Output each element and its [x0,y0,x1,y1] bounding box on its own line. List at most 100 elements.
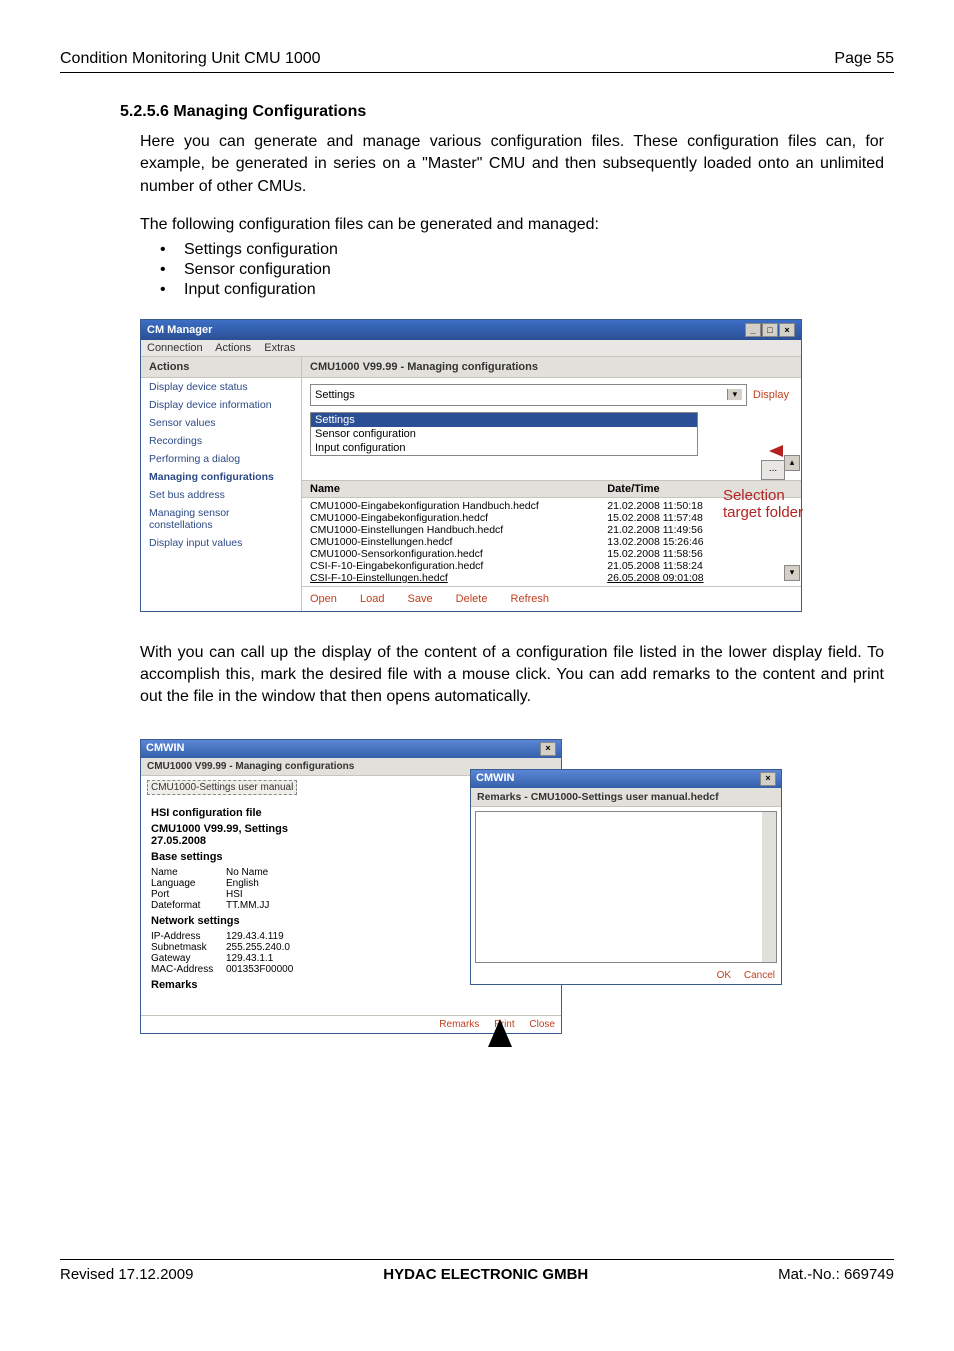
file-date: 21.02.2008 11:50:18 [607,500,793,512]
paragraph-1: Here you can generate and manage various… [140,131,884,198]
cmwin2-title: CMWIN [476,772,515,786]
browse-button[interactable]: ... [761,460,785,480]
paragraph-3: With you can call up the display of the … [140,642,884,709]
action-row: Open Load Save Delete Refresh [302,586,801,611]
kv-val: 129.43.1.1 [226,953,273,964]
kv-val: No Name [226,867,268,878]
sidebar-item-managing-config[interactable]: Managing configurations [141,468,301,486]
scrollbar[interactable] [762,812,776,962]
cmwin-remarks-window: CMWIN × Remarks - CMU1000-Settings user … [470,769,782,985]
close-icon[interactable]: × [779,323,795,337]
delete-button[interactable]: Delete [456,593,488,605]
minimize-icon[interactable]: _ [745,323,761,337]
kv-key: Gateway [151,953,226,964]
config-type-dropdown[interactable]: Settings ▾ [310,384,747,406]
kv-key: Port [151,889,226,900]
file-list[interactable]: CMU1000-Eingabekonfiguration Handbuch.he… [302,498,801,586]
footer-revised: Revised 17.12.2009 [60,1266,193,1283]
col-name: Name [310,483,607,495]
cmwin1-tab[interactable]: CMU1000-Settings user manual [147,780,297,795]
file-date: 21.02.2008 11:49:56 [607,524,793,536]
close-icon[interactable]: × [760,772,776,786]
kv-key: IP-Address [151,931,226,942]
chevron-down-icon[interactable]: ▾ [727,389,742,400]
header-right: Page 55 [834,50,894,68]
file-name[interactable]: CMU1000-Eingabekonfiguration Handbuch.he… [310,500,607,512]
sidebar-item-bus-address[interactable]: Set bus address [141,486,301,504]
file-date: 26.05.2008 09:01:08 [607,572,793,584]
page-header: Condition Monitoring Unit CMU 1000 Page … [60,50,894,73]
file-name[interactable]: CMU1000-Einstellungen.hedcf [310,536,607,548]
bullet-list: •Settings configuration •Sensor configur… [160,241,894,299]
load-button[interactable]: Load [360,593,384,605]
footer-matno: Mat.-No.: 669749 [778,1266,894,1283]
file-name[interactable]: CSI-F-10-Eingabekonfiguration.hedcf [310,560,607,572]
sidebar-heading: Actions [141,357,301,378]
file-name[interactable]: CMU1000-Sensorkonfiguration.hedcf [310,548,607,560]
paragraph-2: The following configuration files can be… [140,214,884,236]
menu-connection[interactable]: Connection [147,342,203,354]
remarks-textarea[interactable] [475,811,777,963]
maximize-icon[interactable]: □ [762,323,778,337]
kv-key: Dateformat [151,900,226,911]
kv-val: 129.43.4.119 [226,931,284,942]
cmwin2-header: Remarks - CMU1000-Settings user manual.h… [471,788,781,807]
close-icon[interactable]: × [540,742,556,756]
window-controls[interactable]: _□× [744,323,795,337]
kv-val: TT.MM.JJ [226,900,269,911]
file-date: 15.02.2008 11:58:56 [607,548,793,560]
sidebar-item-recordings[interactable]: Recordings [141,432,301,450]
cmwin2-buttons: OK Cancel [471,967,781,984]
menubar[interactable]: Connection Actions Extras [141,340,801,357]
open-button[interactable]: Open [310,593,337,605]
cmwin1-titlebar[interactable]: CMWIN × [141,740,561,758]
display-button[interactable]: Display [753,389,793,401]
cancel-button[interactable]: Cancel [744,970,775,981]
file-date: 13.02.2008 15:26:46 [607,536,793,548]
menu-actions[interactable]: Actions [215,342,251,354]
titlebar[interactable]: CM Manager _□× [141,320,801,340]
sidebar-item-status[interactable]: Display device status [141,378,301,396]
menu-extras[interactable]: Extras [264,342,295,354]
refresh-button[interactable]: Refresh [511,593,550,605]
kv-val: 255.255.240.0 [226,942,290,953]
save-button[interactable]: Save [408,593,433,605]
kv-val: English [226,878,259,889]
kv-val: HSI [226,889,243,900]
scroll-down-icon[interactable]: ▾ [784,565,800,581]
file-name[interactable]: CSI-F-10-Einstellungen.hedcf [310,572,607,584]
kv-key: MAC-Address [151,964,226,975]
sidebar-item-dialog[interactable]: Performing a dialog [141,450,301,468]
dropdown-option-input[interactable]: Input configuration [311,441,697,455]
dropdown-option-settings[interactable]: Settings [311,413,697,427]
dropdown-option-sensor[interactable]: Sensor configuration [311,427,697,441]
sidebar: Actions Display device status Display de… [141,357,302,611]
cmwin1-title: CMWIN [146,742,185,756]
sidebar-item-sensor-values[interactable]: Sensor values [141,414,301,432]
remarks-button[interactable]: Remarks [439,1019,479,1030]
arrow-icon [488,1019,512,1047]
file-date: 21.05.2008 11:58:24 [607,560,793,572]
file-name[interactable]: CMU1000-Einstellungen Handbuch.hedcf [310,524,607,536]
main-area: CMU1000 V99.99 - Managing configurations… [302,357,801,611]
page-footer: Revised 17.12.2009 HYDAC ELECTRONIC GMBH… [60,1259,894,1283]
col-date: Date/Time [607,483,793,495]
cmwin2-titlebar[interactable]: CMWIN × [471,770,781,788]
close-button[interactable]: Close [529,1019,555,1030]
scroll-up-icon[interactable]: ▴ [784,455,800,471]
header-left: Condition Monitoring Unit CMU 1000 [60,50,321,68]
ok-button[interactable]: OK [717,970,731,981]
kv-key: Language [151,878,226,889]
bullet-2: Sensor configuration [184,261,331,279]
sidebar-item-info[interactable]: Display device information [141,396,301,414]
sidebar-item-sensor-constellations[interactable]: Managing sensor constellations [141,504,301,534]
section-heading: 5.2.5.6 Managing Configurations [120,103,894,121]
kv-val: 001353F00000 [226,964,293,975]
dropdown-list[interactable]: Settings Sensor configuration Input conf… [310,412,698,456]
kv-key: Subnetmask [151,942,226,953]
file-name[interactable]: CMU1000-Eingabekonfiguration.hedcf [310,512,607,524]
kv-key: Name [151,867,226,878]
window-title: CM Manager [147,324,212,336]
bullet-3: Input configuration [184,281,316,299]
sidebar-item-input-values[interactable]: Display input values [141,534,301,552]
